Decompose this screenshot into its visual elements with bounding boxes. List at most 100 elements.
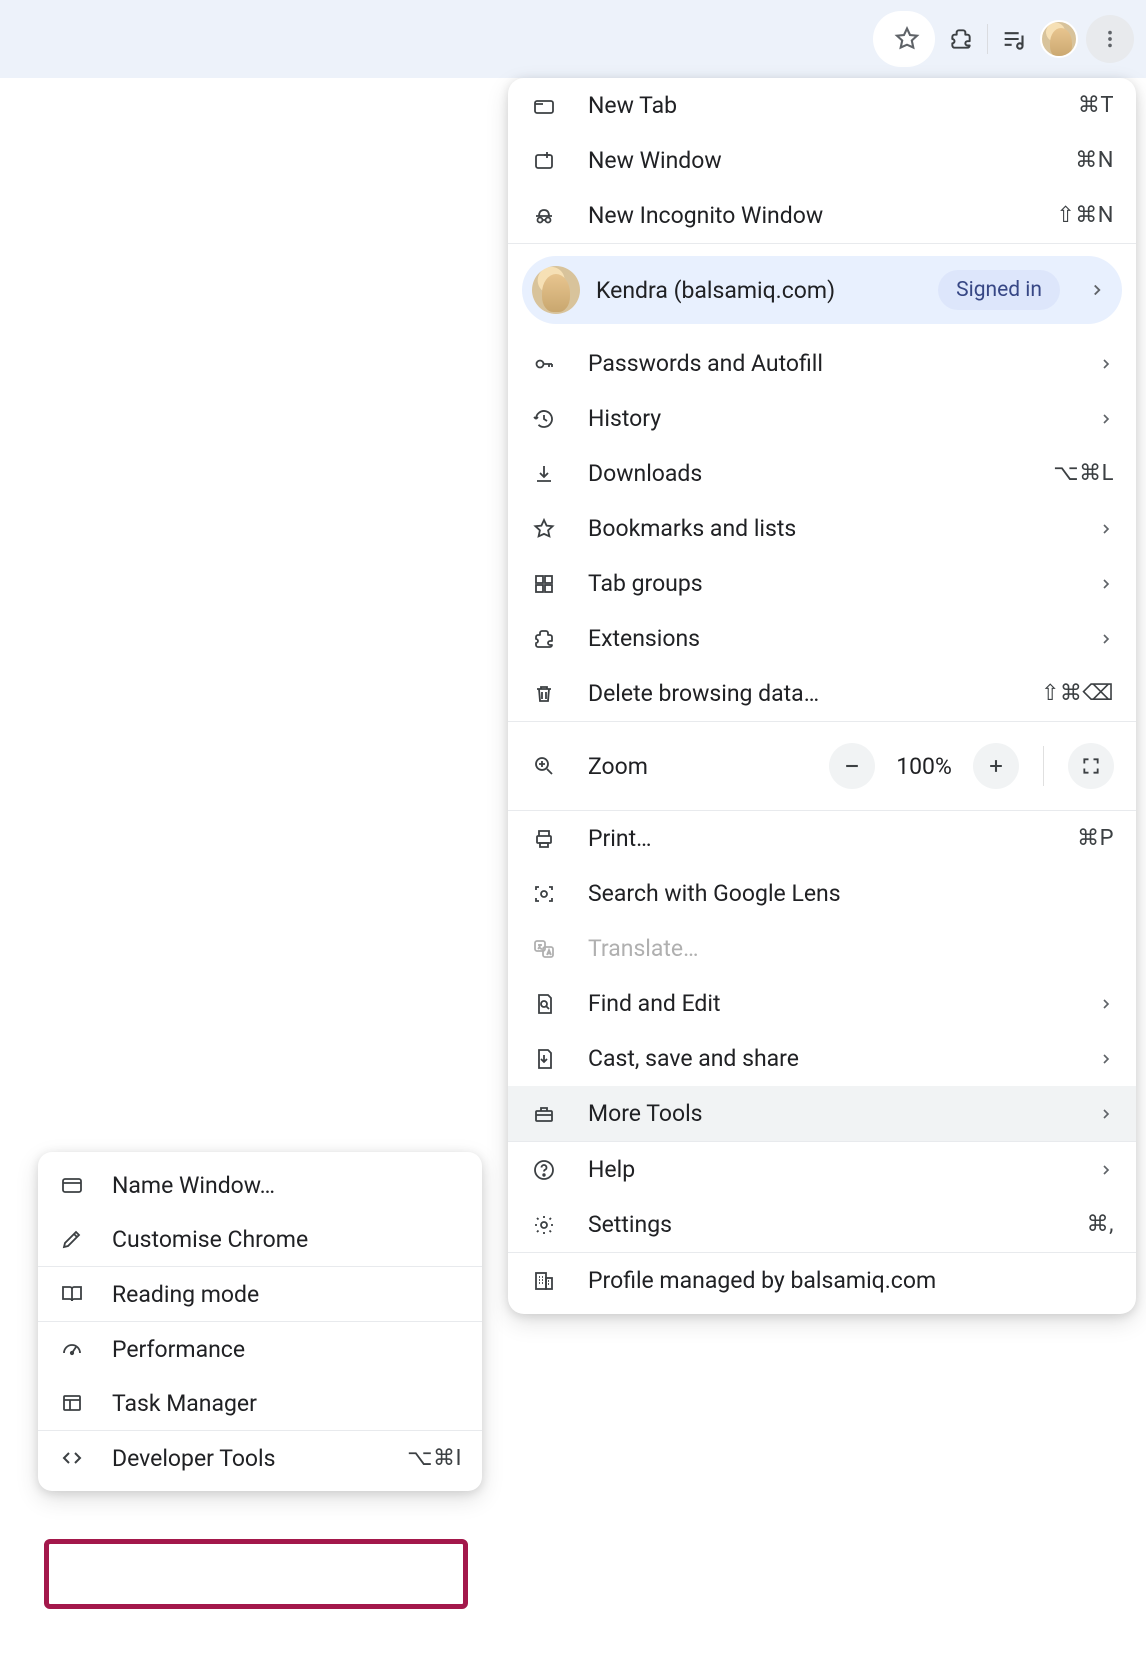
submenu-item-name-window[interactable]: Name Window… [38,1158,482,1212]
star-icon [532,517,588,541]
chevron-right-icon [1098,356,1114,372]
submenu-item-performance[interactable]: Performance [38,1322,482,1376]
menu-item-history[interactable]: History [508,391,1136,446]
menu-label: Downloads [588,460,1053,487]
submenu-item-reading-mode[interactable]: Reading mode [38,1267,482,1321]
menu-item-new-tab[interactable]: New Tab ⌘T [508,78,1136,133]
menu-item-bookmarks[interactable]: Bookmarks and lists [508,501,1136,556]
shortcut: ⇧⌘⌫ [1041,681,1114,706]
toolbox-icon [532,1102,588,1126]
chevron-right-icon [1098,1051,1114,1067]
menu-profile-row[interactable]: Kendra (balsamiq.com) Signed in [522,256,1122,324]
gauge-icon [60,1337,112,1361]
menu-item-new-incognito[interactable]: New Incognito Window ⇧⌘N [508,188,1136,243]
book-icon [60,1282,112,1306]
submenu-item-customise[interactable]: Customise Chrome [38,1212,482,1266]
submenu-section-2: Reading mode [38,1266,482,1321]
menu-label: Delete browsing data… [588,680,1041,707]
separator [1043,746,1044,786]
key-icon [532,352,588,376]
menu-label: Bookmarks and lists [588,515,1098,542]
shortcut: ⌘N [1075,148,1114,173]
shortcut: ⌘, [1087,1212,1114,1237]
menu-label: New Window [588,147,1075,174]
extension-icon [532,627,588,651]
submenu-section-3: Performance Task Manager [38,1321,482,1430]
menu-item-tab-groups[interactable]: Tab groups [508,556,1136,611]
chrome-main-menu: New Tab ⌘T New Window ⌘N New Incognito W… [508,78,1136,1314]
shortcut: ⌥⌘I [407,1446,462,1471]
menu-label: Cast, save and share [588,1045,1098,1072]
settings-icon [532,1213,588,1237]
menu-label: Extensions [588,625,1098,652]
menu-label: Passwords and Autofill [588,350,1098,377]
menu-label: Help [588,1156,1098,1183]
chevron-right-icon [1098,631,1114,647]
submenu-item-developer-tools[interactable]: Developer Tools ⌥⌘I [38,1431,482,1485]
chevron-right-icon [1098,576,1114,592]
menu-section-zoom: Zoom 100% [508,721,1136,810]
menu-item-managed[interactable]: Profile managed by balsamiq.com [508,1253,1136,1308]
menu-label: Developer Tools [112,1445,407,1472]
building-icon [532,1269,588,1293]
menu-item-cast[interactable]: Cast, save and share [508,1031,1136,1086]
signed-in-badge: Signed in [938,270,1060,310]
annotation-highlight [44,1539,468,1609]
code-icon [60,1446,112,1470]
zoom-icon [532,754,588,778]
zoom-value: 100% [889,753,959,780]
fullscreen-button[interactable] [1068,743,1114,789]
media-control-icon[interactable] [994,19,1034,59]
menu-label: Profile managed by balsamiq.com [588,1267,1114,1294]
submenu-section-4: Developer Tools ⌥⌘I [38,1430,482,1485]
menu-item-passwords[interactable]: Passwords and Autofill [508,336,1136,391]
menu-item-extensions[interactable]: Extensions [508,611,1136,666]
submenu-item-task-manager[interactable]: Task Manager [38,1376,482,1430]
shortcut: ⌘T [1078,93,1114,118]
tab-icon [532,94,588,118]
menu-item-delete-data[interactable]: Delete browsing data… ⇧⌘⌫ [508,666,1136,721]
menu-item-more-tools[interactable]: More Tools [508,1086,1136,1141]
menu-section-profile: Kendra (balsamiq.com) Signed in Password… [508,243,1136,721]
shortcut: ⇧⌘N [1056,203,1114,228]
chevron-right-icon [1098,521,1114,537]
find-icon [532,992,588,1016]
star-icon[interactable] [887,19,927,59]
avatar-icon [532,266,580,314]
zoom-label: Zoom [588,753,829,780]
chevron-right-icon [1088,281,1106,299]
menu-section-help: Help Settings ⌘, [508,1141,1136,1252]
new-window-icon [532,149,588,173]
zoom-in-button[interactable] [973,743,1019,789]
menu-label: Customise Chrome [112,1226,462,1253]
menu-item-new-window[interactable]: New Window ⌘N [508,133,1136,188]
profile-avatar-icon[interactable] [1040,20,1078,58]
menu-label: Search with Google Lens [588,880,1114,907]
browser-toolbar [0,0,1146,78]
print-icon [532,827,588,851]
zoom-out-button[interactable] [829,743,875,789]
trash-icon [532,682,588,706]
menu-item-help[interactable]: Help [508,1142,1136,1197]
menu-label: Task Manager [112,1390,462,1417]
menu-section-windows: New Tab ⌘T New Window ⌘N New Incognito W… [508,78,1136,243]
download-icon [532,462,588,486]
cast-icon [532,1047,588,1071]
extension-icon[interactable] [941,19,981,59]
menu-item-find[interactable]: Find and Edit [508,976,1136,1031]
more-menu-button[interactable] [1086,15,1134,63]
menu-item-lens[interactable]: Search with Google Lens [508,866,1136,921]
menu-label: Print… [588,825,1077,852]
menu-label: New Tab [588,92,1078,119]
chevron-right-icon [1098,411,1114,427]
menu-label: Tab groups [588,570,1098,597]
menu-item-print[interactable]: Print… ⌘P [508,811,1136,866]
menu-item-settings[interactable]: Settings ⌘, [508,1197,1136,1252]
shortcut: ⌥⌘L [1053,461,1114,486]
pencil-icon [60,1227,112,1251]
menu-label: Name Window… [112,1172,462,1199]
chevron-right-icon [1098,1106,1114,1122]
more-tools-submenu: Name Window… Customise Chrome Reading mo… [38,1152,482,1491]
menu-label: Performance [112,1336,462,1363]
menu-item-downloads[interactable]: Downloads ⌥⌘L [508,446,1136,501]
